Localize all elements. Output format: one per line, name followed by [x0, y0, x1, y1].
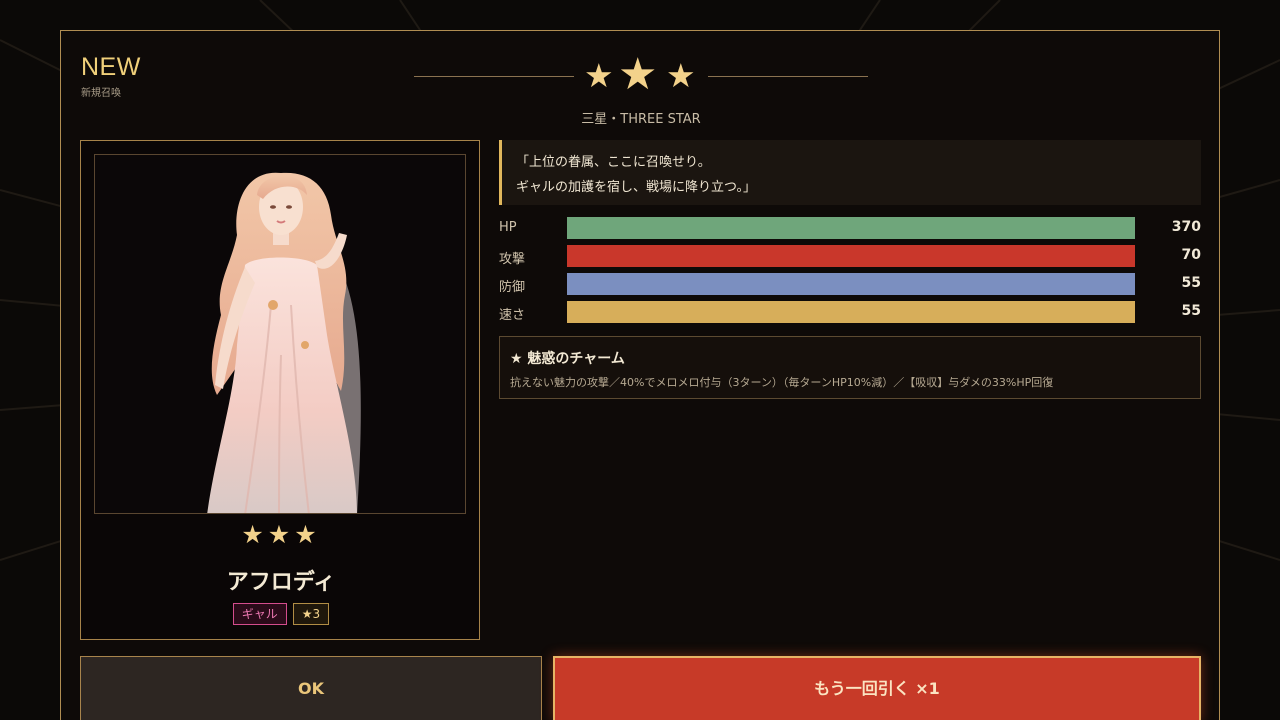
stat-bar-fill	[567, 273, 1135, 295]
stat-label: 攻撃	[499, 252, 526, 267]
stat-bar-fill	[567, 245, 1135, 267]
stat-value: 70	[1181, 247, 1201, 263]
stat-label: 防御	[499, 280, 526, 295]
stat-row-defense: 防御 55	[499, 273, 1201, 295]
summon-result-panel: NEW 新規召喚 ★ ★ ★ 三星・THREE STAR ★★★ アフロディ ギ…	[60, 30, 1220, 720]
draw-again-button[interactable]: もう一回引く ×1	[553, 656, 1201, 720]
character-name: アフロディ	[226, 570, 336, 595]
skill-box: ★ 魅惑のチャーム 抗えない魅力の攻撃／40%でメロメロ付与（3ターン）（毎ター…	[499, 336, 1201, 399]
stat-label: 速さ	[499, 308, 526, 323]
character-tags: ギャル ★3	[81, 603, 481, 625]
stat-value: 55	[1181, 275, 1201, 291]
rarity-divider-left	[414, 76, 574, 77]
goddess-portrait-illustration	[207, 172, 361, 513]
rarity-divider-right	[708, 76, 868, 77]
stat-bar-fill	[567, 301, 1135, 323]
type-tag: ギャル	[232, 603, 287, 625]
ok-button[interactable]: OK	[80, 656, 542, 720]
new-badge-subtitle: 新規召喚	[81, 88, 121, 99]
stat-value: 55	[1181, 303, 1201, 319]
skill-title: ★ 魅惑のチャーム	[510, 351, 625, 367]
stat-bar-track	[567, 273, 1135, 295]
rarity-star-icon: ★	[666, 56, 696, 95]
character-card: ★★★ アフロディ ギャル ★3	[80, 140, 480, 640]
stat-row-speed: 速さ 55	[499, 301, 1201, 323]
rarity-star-icon: ★	[618, 49, 658, 100]
rarity-star-icon: ★	[584, 56, 614, 95]
skill-description: 抗えない魅力の攻撃／40%でメロメロ付与（3ターン）（毎ターンHP10%減）／【…	[510, 376, 1054, 389]
stat-bar-track	[567, 301, 1135, 323]
character-rarity-stars: ★★★	[241, 520, 321, 549]
stat-row-hp: HP 370	[499, 217, 1201, 239]
stat-value: 370	[1171, 219, 1201, 235]
quote-line: ギャルの加護を宿し、戦場に降り立つ。」	[516, 180, 756, 195]
new-badge: NEW	[81, 53, 141, 81]
quote-line: 「上位の眷属、ここに召喚せり。	[516, 155, 711, 170]
rarity-caption: 三星・THREE STAR	[581, 112, 701, 127]
stat-bar-track	[567, 245, 1135, 267]
character-quote: 「上位の眷属、ここに召喚せり。 ギャルの加護を宿し、戦場に降り立つ。」	[499, 140, 1201, 205]
stat-row-attack: 攻撃 70	[499, 245, 1201, 267]
character-portrait	[94, 154, 466, 514]
stat-label: HP	[499, 220, 517, 235]
stat-bar-track	[567, 217, 1135, 239]
rarity-tag: ★3	[292, 603, 330, 625]
stat-bar-fill	[567, 217, 1135, 239]
